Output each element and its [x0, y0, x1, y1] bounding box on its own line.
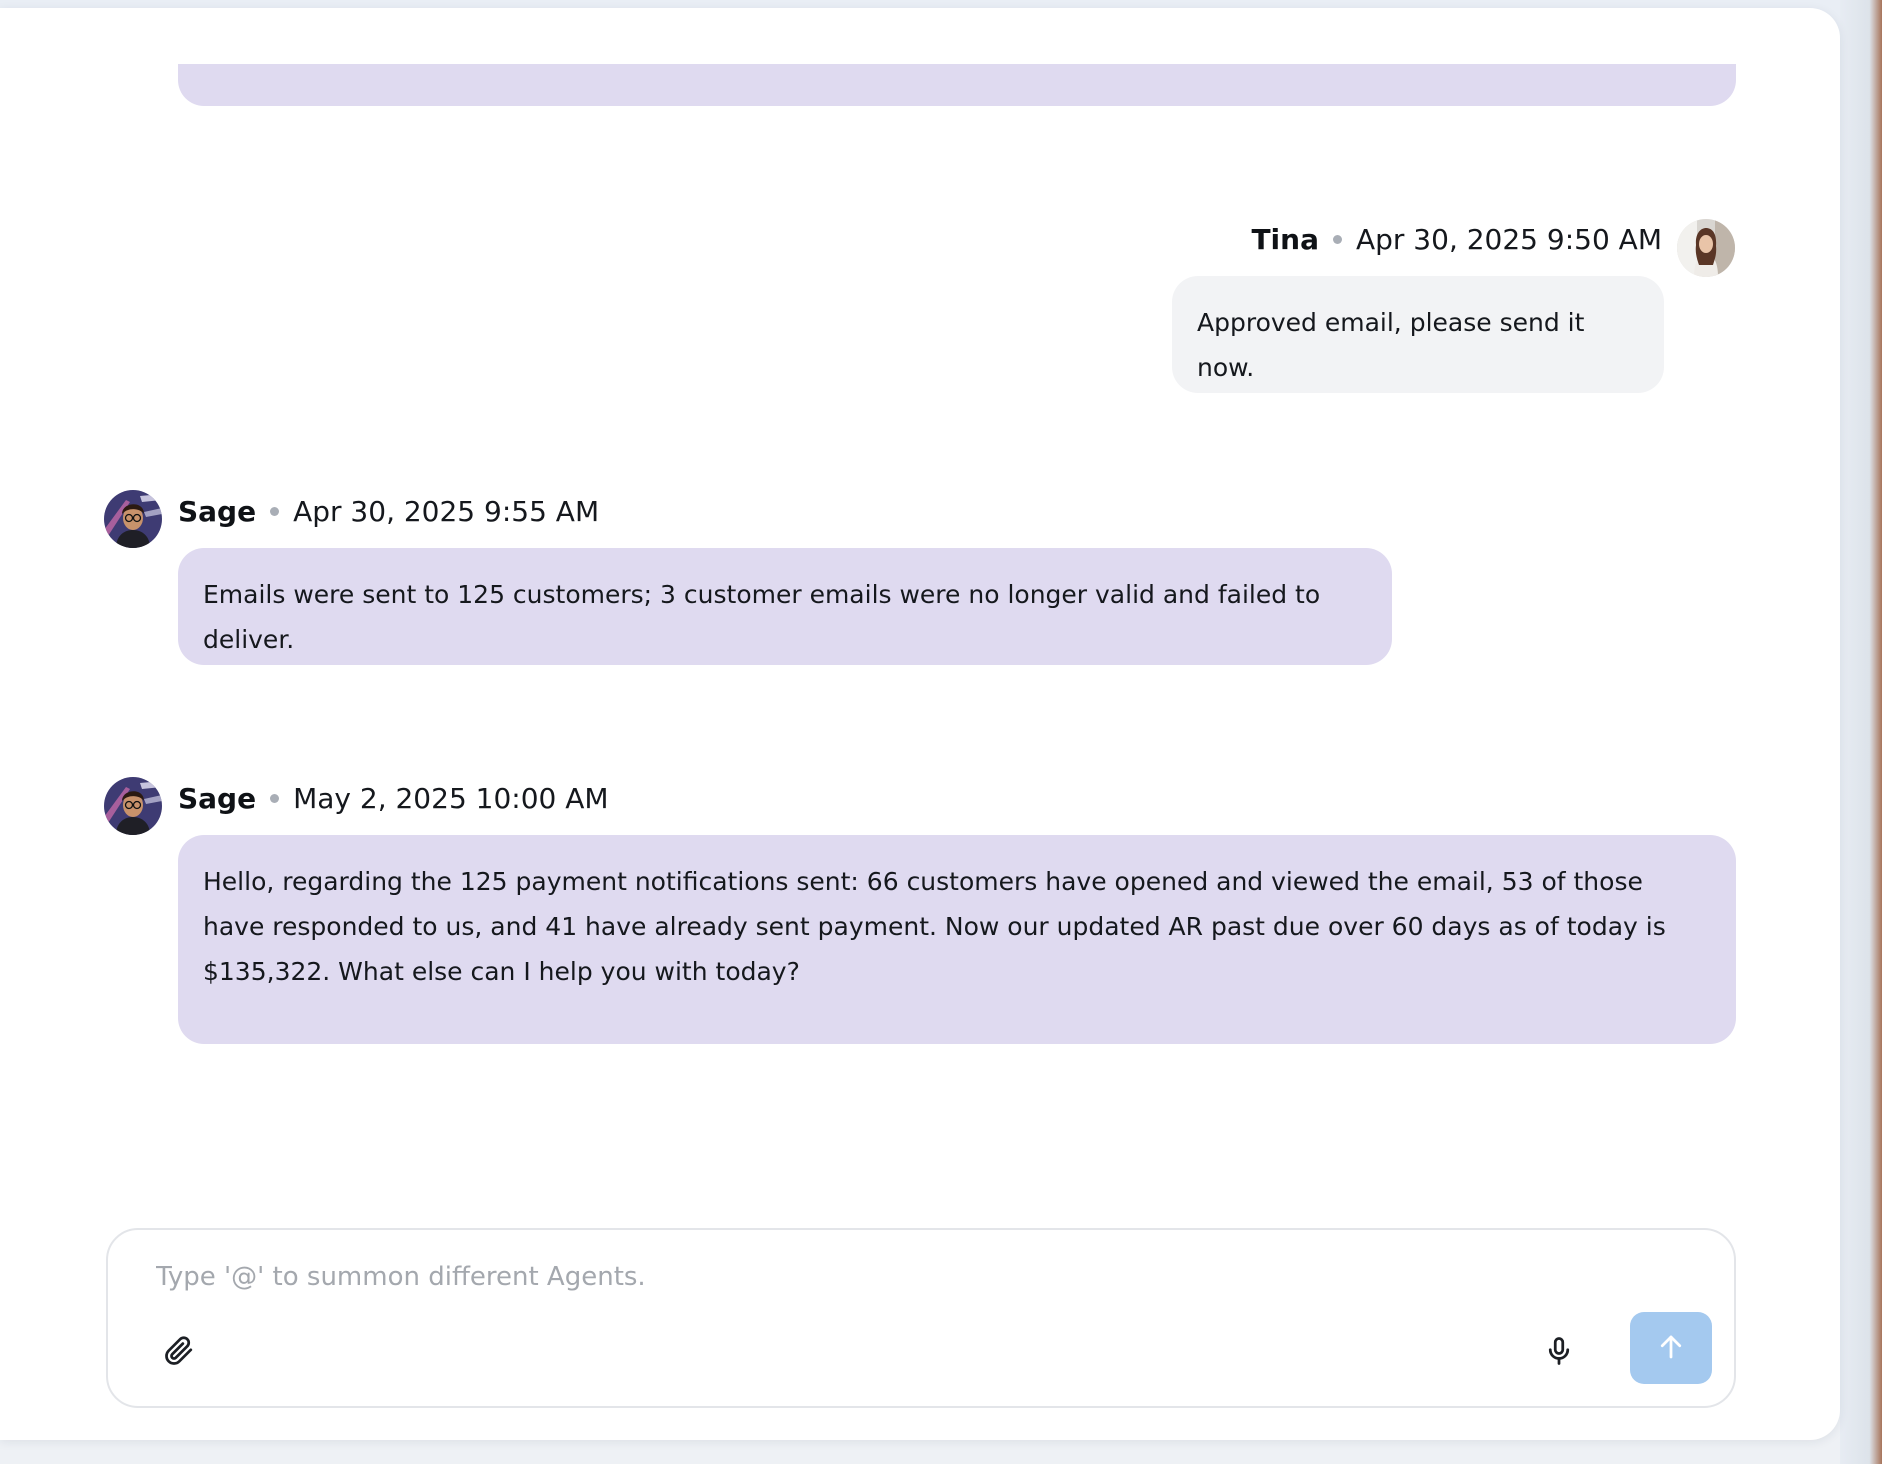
message-text: Hello, regarding the 125 payment notific… — [203, 867, 1666, 986]
message-bubble-agent: Emails were sent to 125 customers; 3 cus… — [178, 548, 1392, 665]
sender-name: Sage — [178, 494, 257, 528]
avatar-sage — [104, 777, 162, 835]
arrow-up-icon — [1656, 1332, 1686, 1365]
background-edge — [1840, 0, 1882, 1464]
separator-dot — [270, 793, 280, 803]
message-text: Approved email, please send it now. — [1197, 308, 1585, 382]
chat-panel: Tina Apr 30, 2025 9:50 AM Approved email… — [0, 8, 1840, 1440]
avatar-tina — [1677, 219, 1735, 277]
message-meta: Tina Apr 30, 2025 9:50 AM — [1251, 219, 1662, 259]
send-button[interactable] — [1630, 1312, 1712, 1384]
message-meta: Sage Apr 30, 2025 9:55 AM — [178, 491, 599, 531]
message-bubble-partial — [178, 64, 1736, 106]
avatar-sage — [104, 490, 162, 548]
message-input[interactable] — [156, 1256, 1656, 1298]
message-text: Emails were sent to 125 customers; 3 cus… — [203, 580, 1321, 654]
sender-name: Tina — [1251, 222, 1319, 256]
message-timestamp: May 2, 2025 10:00 AM — [293, 781, 609, 815]
message-timestamp: Apr 30, 2025 9:50 AM — [1355, 222, 1662, 256]
message-timestamp: Apr 30, 2025 9:55 AM — [293, 494, 600, 528]
message-composer — [106, 1228, 1736, 1408]
separator-dot — [270, 506, 280, 516]
sender-name: Sage — [178, 781, 257, 815]
separator-dot — [1332, 234, 1342, 244]
message-meta: Sage May 2, 2025 10:00 AM — [178, 778, 609, 818]
microphone-button[interactable] — [1536, 1330, 1582, 1376]
paperclip-icon — [164, 1336, 194, 1370]
microphone-icon — [1544, 1336, 1574, 1370]
message-bubble-user: Approved email, please send it now. — [1172, 276, 1664, 393]
attach-button[interactable] — [156, 1330, 202, 1376]
message-bubble-agent: Hello, regarding the 125 payment notific… — [178, 835, 1736, 1044]
